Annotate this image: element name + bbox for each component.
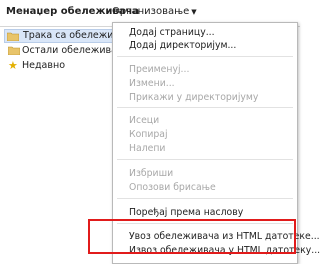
- folder-icon: [8, 46, 20, 55]
- tree-item-label: Недавно: [22, 60, 66, 71]
- menu-item-sort-by-title[interactable]: Поређај према наслову: [113, 206, 297, 219]
- folder-icon: [7, 32, 19, 41]
- tree-item-label: Остали обележива: [22, 45, 117, 56]
- menu-item-paste: Налепи: [129, 143, 166, 154]
- tree-item-label: Трака са обележива: [23, 30, 125, 41]
- tree-item-other-bookmarks[interactable]: Остали обележива: [6, 44, 117, 58]
- menu-separator: [117, 107, 293, 108]
- menu-item-copy: Копирај: [129, 129, 168, 140]
- menu-item-delete: Избриши: [129, 168, 174, 179]
- menu-separator: [117, 159, 293, 160]
- organize-menu-button[interactable]: Организовање ▼: [112, 6, 197, 17]
- tree-item-recent[interactable]: ★ Недавно: [6, 59, 65, 73]
- menu-item-undo-delete: Опозови брисање: [129, 182, 216, 193]
- menu-item-add-folder[interactable]: Додај директоријум...: [113, 39, 297, 52]
- star-icon: ★: [8, 59, 18, 72]
- menu-item-edit: Измени...: [129, 78, 175, 89]
- menu-item-show-in-folder: Прикажи у директоријуму: [129, 92, 259, 103]
- menu-separator: [117, 198, 293, 199]
- organize-menu-label: Организовање: [112, 6, 190, 17]
- menu-item-cut: Исеци: [129, 115, 160, 126]
- menu-item-rename: Преименуј...: [129, 64, 190, 75]
- chevron-down-icon: ▼: [191, 8, 197, 16]
- menu-item-add-page[interactable]: Додај страницу...: [113, 26, 297, 39]
- menu-separator: [117, 56, 293, 57]
- highlight-annotation: [88, 219, 296, 254]
